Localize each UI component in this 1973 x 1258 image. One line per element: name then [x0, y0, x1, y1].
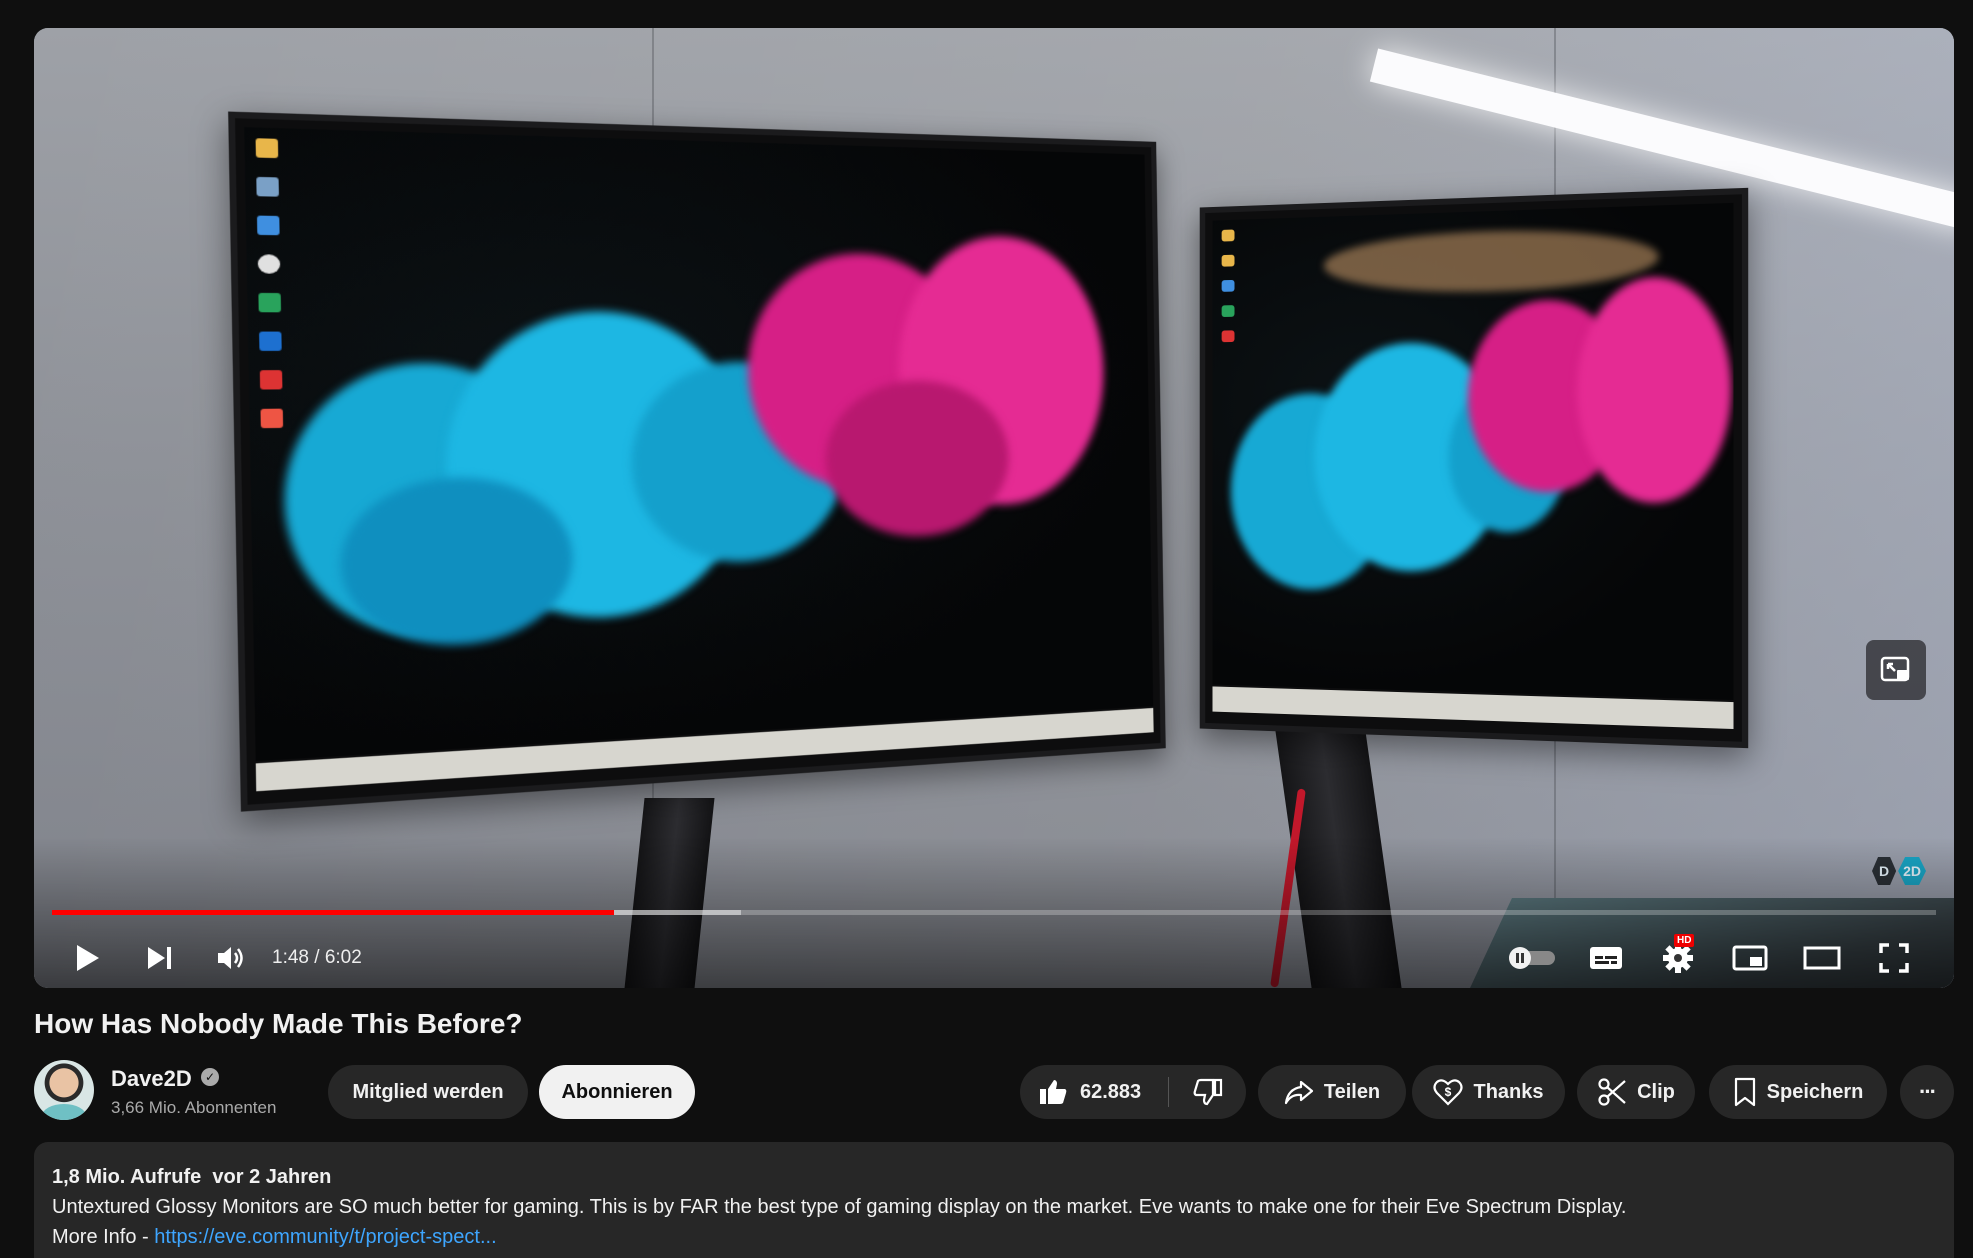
dislike-button[interactable]	[1169, 1065, 1246, 1119]
subscribe-button-label: Abonnieren	[561, 1080, 673, 1103]
time-display: 1:48 / 6:02	[272, 928, 362, 988]
settings-button[interactable]: HD	[1646, 928, 1710, 988]
video-player[interactable]: D 2D 1:48 / 6:02	[34, 28, 1954, 988]
monitor-right-screen	[1212, 202, 1734, 701]
subtitles-button[interactable]	[1574, 928, 1638, 988]
thanks-heart-icon: $	[1433, 1079, 1464, 1106]
player-controls: 1:48 / 6:02 HD	[34, 928, 1954, 988]
monitor-left	[228, 111, 1166, 812]
autoplay-toggle-icon	[1509, 947, 1555, 969]
bookmark-icon	[1734, 1077, 1755, 1107]
time-total: 6:02	[324, 947, 362, 968]
miniplayer-icon	[1732, 945, 1768, 971]
like-button[interactable]: 62.883	[1020, 1065, 1168, 1119]
theater-mode-button[interactable]	[1790, 928, 1854, 988]
volume-icon	[218, 947, 243, 969]
like-count: 62.883	[1080, 1080, 1142, 1103]
upload-age: vor 2 Jahren	[212, 1166, 332, 1188]
save-button[interactable]: Speichern	[1709, 1065, 1887, 1119]
next-icon	[148, 947, 171, 969]
share-button[interactable]: Teilen	[1258, 1065, 1406, 1119]
desktop-icons	[1221, 229, 1246, 343]
video-title: How Has Nobody Made This Before?	[34, 1008, 523, 1039]
fullscreen-icon	[1879, 943, 1909, 973]
theater-mode-icon	[1803, 946, 1841, 970]
next-button[interactable]	[130, 928, 190, 988]
svg-text:$: $	[1445, 1085, 1452, 1099]
play-button[interactable]	[58, 928, 118, 988]
scissors-icon	[1598, 1078, 1626, 1106]
thanks-button-label: Thanks	[1473, 1080, 1544, 1103]
fullscreen-button[interactable]	[1862, 928, 1926, 988]
hd-badge: HD	[1674, 934, 1695, 947]
avatar-shirt	[42, 1104, 86, 1120]
subscribe-button[interactable]: Abonnieren	[539, 1065, 695, 1119]
monitor-left-screen	[244, 127, 1154, 762]
description-meta: 1,8 Mio. Aufrufe vor 2 Jahren	[52, 1162, 1936, 1192]
thumbs-down-icon	[1193, 1078, 1222, 1106]
volume-button[interactable]	[202, 928, 262, 988]
description-box[interactable]: 1,8 Mio. Aufrufe vor 2 Jahren Untextured…	[34, 1142, 1954, 1258]
channel-name[interactable]: Dave2D	[111, 1066, 192, 1092]
progress-played	[52, 910, 614, 915]
time-separator: /	[308, 947, 325, 968]
more-actions-button[interactable]: ···	[1900, 1065, 1954, 1119]
channel-avatar[interactable]	[34, 1060, 94, 1120]
save-button-label: Speichern	[1766, 1080, 1864, 1103]
more-info-line: More Info - https://eve.community/t/proj…	[52, 1222, 1936, 1252]
clip-button[interactable]: Clip	[1577, 1065, 1695, 1119]
monitor-right	[1199, 187, 1749, 749]
desktop-icons	[255, 138, 290, 429]
join-button-label: Mitglied werden	[352, 1080, 504, 1103]
join-button[interactable]: Mitglied werden	[328, 1065, 528, 1119]
clip-button-label: Clip	[1637, 1080, 1675, 1103]
progress-bar[interactable]	[52, 910, 1936, 915]
time-current: 1:48	[272, 947, 309, 968]
view-count: 1,8 Mio. Aufrufe	[52, 1166, 202, 1188]
share-button-label: Teilen	[1323, 1080, 1381, 1103]
thumbs-up-icon	[1040, 1080, 1067, 1104]
pip-expand-icon	[1880, 656, 1910, 682]
more-actions-icon: ···	[1919, 1079, 1937, 1104]
subtitles-icon	[1590, 947, 1622, 969]
description-text: Untextured Glossy Monitors are SO much b…	[52, 1196, 1627, 1218]
like-dislike-group: 62.883	[1020, 1065, 1246, 1119]
more-info-prefix: More Info -	[52, 1226, 155, 1248]
subscriber-count: 3,66 Mio. Abonnenten	[111, 1098, 277, 1117]
play-icon	[77, 945, 99, 971]
autoplay-toggle[interactable]	[1500, 928, 1564, 988]
miniplayer-overlay-button[interactable]	[1866, 640, 1926, 700]
miniplayer-button[interactable]	[1718, 928, 1782, 988]
description-link[interactable]: https://eve.community/t/project-spect...	[154, 1226, 496, 1248]
verified-badge-icon: ✓	[201, 1068, 219, 1086]
share-icon	[1284, 1080, 1313, 1105]
thanks-button[interactable]: $ Thanks	[1412, 1065, 1565, 1119]
